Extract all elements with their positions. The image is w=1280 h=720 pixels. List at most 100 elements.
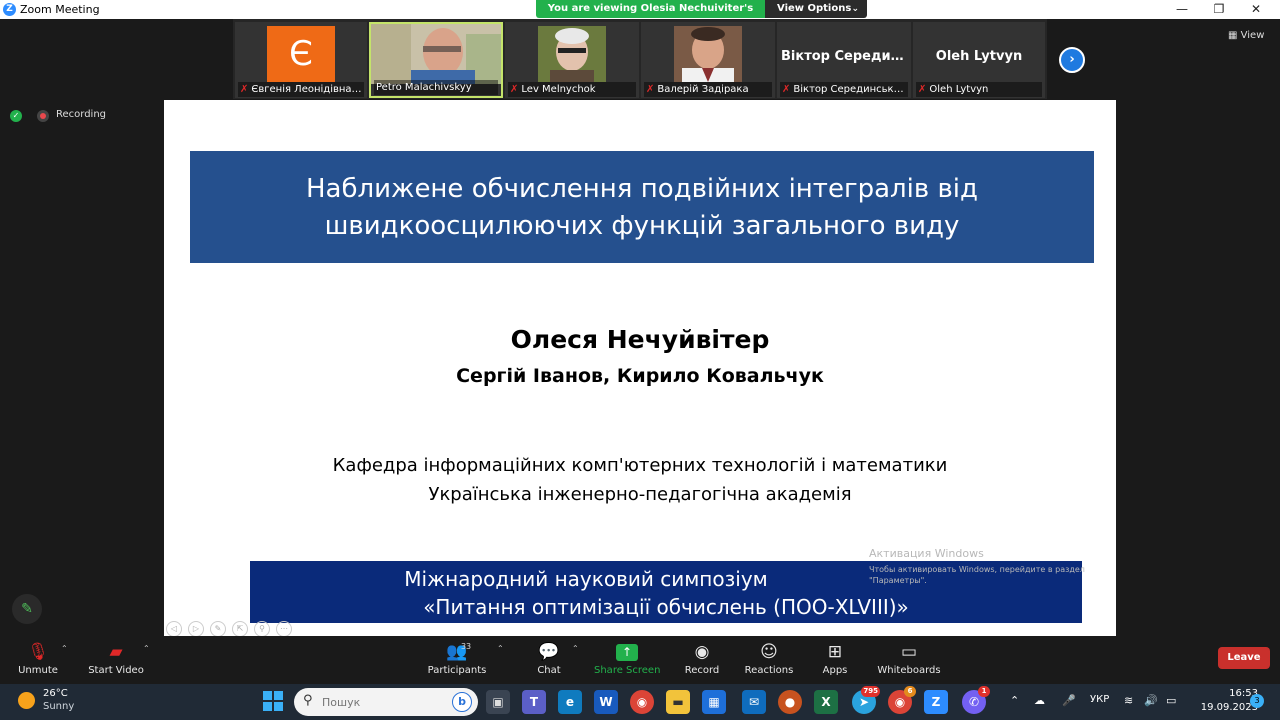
participant-tile[interactable]: ✗ Lev Melnychok xyxy=(505,22,639,98)
unmute-options-caret[interactable]: ⌃ xyxy=(61,644,68,653)
view-label: View xyxy=(1240,30,1265,41)
sun-icon[interactable] xyxy=(18,692,35,709)
pointer-icon[interactable]: ⇱ xyxy=(232,621,248,637)
weather-temperature[interactable]: 26°C xyxy=(43,688,68,699)
chat-options-caret[interactable]: ⌃ xyxy=(572,644,579,653)
view-button[interactable]: ▦ View xyxy=(1228,27,1274,45)
muted-mic-icon: ✗ xyxy=(240,84,249,95)
participant-tile[interactable]: Oleh Lytvyn ✗ Oleh Lytvyn xyxy=(913,22,1045,98)
video-options-caret[interactable]: ⌃ xyxy=(143,644,150,653)
volume-icon[interactable]: 🔊 xyxy=(1144,694,1158,707)
telegram-icon[interactable]: ➤ 795 xyxy=(852,686,880,714)
participant-tile[interactable]: Віктор Середин... ✗ Віктор Серединський xyxy=(777,22,911,98)
word-icon[interactable]: W xyxy=(594,690,618,714)
chrome-icon[interactable]: ◉ xyxy=(630,690,654,714)
shield-icon[interactable]: ✓ xyxy=(10,110,22,122)
task-view-icon[interactable]: ▣ xyxy=(486,690,510,714)
participant-video xyxy=(371,24,501,84)
participants-count: 33 xyxy=(460,642,472,651)
participants-label: Participants xyxy=(427,665,487,676)
whiteboard-icon: ▭ xyxy=(900,642,918,662)
slide-title-line: Наближене обчислення подвійних інтегралі… xyxy=(305,174,978,204)
record-label: Record xyxy=(684,665,720,676)
participant-photo xyxy=(538,26,606,82)
participant-tile[interactable]: Є ✗Євгенія Леонідівна Ху... xyxy=(235,22,367,98)
participants-button[interactable]: 👥 33 Participants xyxy=(424,641,490,676)
whiteboards-button[interactable]: ▭ Whiteboards xyxy=(876,641,942,676)
telegram-badge: 795 xyxy=(861,686,880,697)
annotate-button[interactable]: ✎ xyxy=(12,594,42,624)
mail-icon[interactable]: ✉ xyxy=(742,690,766,714)
back-icon[interactable]: ◁ xyxy=(166,621,182,637)
symposium-name: «Питання оптимізації обчислень (ПОО-XLVI… xyxy=(423,595,909,619)
pen-icon[interactable]: ✎ xyxy=(210,621,226,637)
participant-tile-active-speaker[interactable]: Petro Malachivskyy xyxy=(369,22,503,98)
share-screen-icon: ↑ xyxy=(616,644,638,661)
start-video-button[interactable]: ▰ Start Video xyxy=(86,641,146,676)
search-input[interactable] xyxy=(322,694,442,710)
zoom-icon[interactable]: ⚲ xyxy=(254,621,270,637)
chat-label: Chat xyxy=(537,665,561,676)
main-author: Олеся Нечуйвітер xyxy=(510,325,770,354)
bing-icon[interactable]: b xyxy=(452,692,472,712)
reactions-button[interactable]: ☺ Reactions xyxy=(742,641,796,676)
cloud-icon[interactable]: ☁ xyxy=(1034,694,1045,707)
show-hidden-icons-icon[interactable]: ⌃ xyxy=(1010,694,1019,707)
leave-button[interactable]: Leave xyxy=(1218,647,1270,669)
battery-icon[interactable]: ▭ xyxy=(1166,694,1176,707)
chat-button[interactable]: 💬 Chat xyxy=(530,641,568,676)
next-page-button[interactable]: › xyxy=(1059,47,1085,73)
muted-mic-icon: ✗ xyxy=(918,84,927,95)
wifi-icon[interactable]: ≋ xyxy=(1124,694,1133,707)
notifications-badge[interactable]: 3 xyxy=(1250,694,1264,708)
edge-icon[interactable]: e xyxy=(558,690,582,714)
weather-condition[interactable]: Sunny xyxy=(43,701,74,712)
windows-activation-watermark: Активация Windows xyxy=(869,547,984,560)
smiley-icon: ☺ xyxy=(760,642,778,662)
zoom-icon[interactable]: Z xyxy=(924,690,948,714)
start-button[interactable] xyxy=(263,691,283,711)
grid-icon: ▦ xyxy=(1228,30,1238,41)
view-options-button[interactable]: View Options ⌄ xyxy=(765,0,867,18)
zoom-logo-icon: Z xyxy=(3,3,16,16)
share-screen-label: Share Screen xyxy=(594,665,661,676)
microphone-icon[interactable]: 🎤 xyxy=(1062,694,1076,707)
language-indicator[interactable]: УКР xyxy=(1090,694,1109,705)
maximize-button[interactable]: ❐ xyxy=(1201,1,1237,18)
unmute-button[interactable]: 🎙 Unmute xyxy=(14,641,62,676)
excel-icon[interactable]: X xyxy=(814,690,838,714)
search-icon: ⚲ xyxy=(303,693,313,708)
share-screen-button[interactable]: ↑ Share Screen xyxy=(594,641,660,676)
participant-name: Oleh Lytvyn xyxy=(929,84,989,95)
viber-icon[interactable]: ✆ 1 xyxy=(962,686,990,714)
affiliation-academy: Українська інженерно-педагогічна академі… xyxy=(428,484,852,505)
store-icon[interactable]: ▦ xyxy=(702,690,726,714)
coauthors: Сергій Іванов, Кирило Ковальчук xyxy=(456,365,824,387)
close-button[interactable]: ✕ xyxy=(1238,1,1274,18)
chevron-down-icon: ⌄ xyxy=(851,4,859,14)
participant-name: Віктор Серединський xyxy=(793,84,907,95)
chevron-right-icon: › xyxy=(1069,52,1075,67)
app-icon[interactable]: ● xyxy=(778,690,802,714)
participant-tile[interactable]: ✗ Валерій Задірака xyxy=(641,22,775,98)
avatar: Є xyxy=(267,26,335,82)
file-explorer-icon[interactable]: ▬ xyxy=(666,690,690,714)
taskbar-search[interactable]: ⚲ b xyxy=(294,688,478,716)
forward-icon[interactable]: ▷ xyxy=(188,621,204,637)
participant-name: Валерій Задірака xyxy=(657,84,749,95)
participants-options-caret[interactable]: ⌃ xyxy=(497,644,504,653)
record-button[interactable]: ◉ Record xyxy=(680,641,724,676)
windows-activation-hint: Чтобы активировать Windows, перейдите в … xyxy=(869,565,1085,585)
unmute-label: Unmute xyxy=(18,665,58,676)
clock-date[interactable]: 19.09.2023 xyxy=(1192,702,1258,713)
apps-button[interactable]: ⊞ Apps xyxy=(818,641,852,676)
teams-icon[interactable]: T xyxy=(522,690,546,714)
viber-badge: 1 xyxy=(978,686,990,697)
chrome-profile-icon[interactable]: ◉ 6 xyxy=(888,686,916,714)
title-bar: Z Zoom Meeting You are viewing Olesia Ne… xyxy=(0,0,1280,32)
record-dot-icon xyxy=(37,110,49,122)
minimize-button[interactable]: — xyxy=(1164,1,1200,18)
more-icon[interactable]: ⋯ xyxy=(276,621,292,637)
slide-title: Наближене обчислення подвійних інтегралі… xyxy=(190,171,1094,245)
symposium-title: Міжнародний науковий симпозіум xyxy=(404,567,768,591)
